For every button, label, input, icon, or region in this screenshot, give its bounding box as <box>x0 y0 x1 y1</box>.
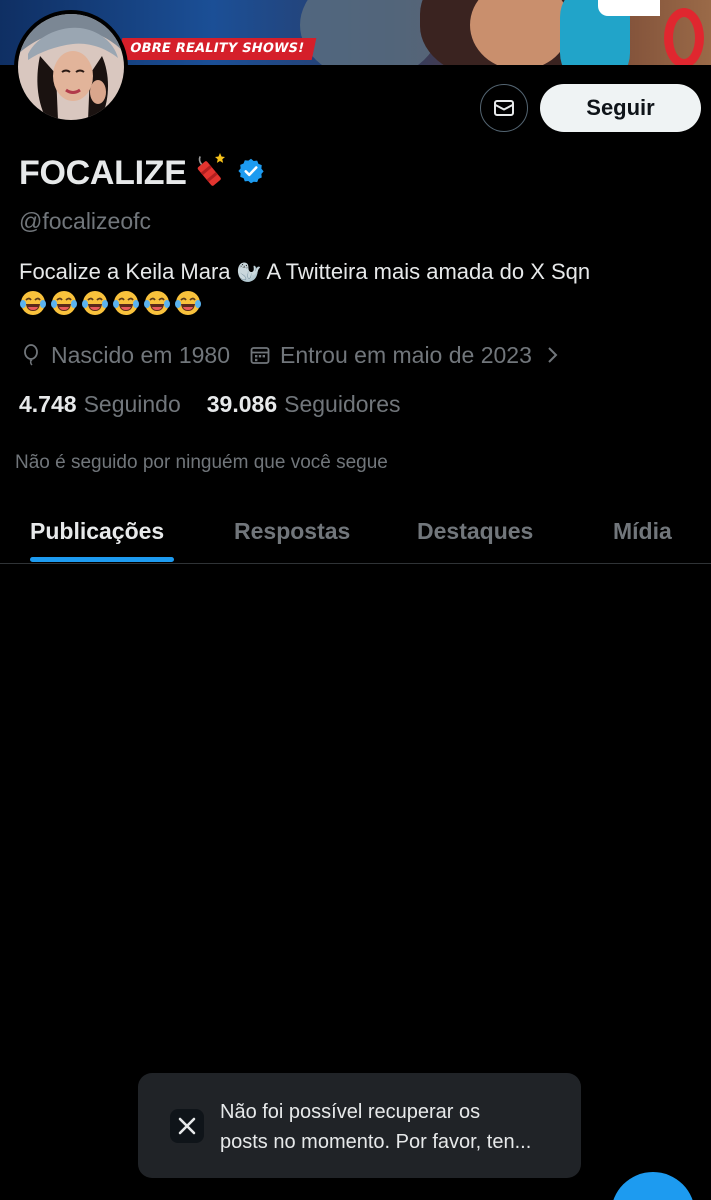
following-count: 4.748 <box>19 390 77 417</box>
follow-button[interactable]: Seguir <box>540 84 701 132</box>
tab-publicacoes[interactable]: Publicações <box>30 500 164 563</box>
x-logo-icon <box>170 1109 204 1143</box>
bio-text-2: A Twitteira mais amada do X Sqn <box>266 259 591 284</box>
tab-respostas[interactable]: Respostas <box>234 500 350 563</box>
joined-info[interactable]: Entrou em maio de 2023 <box>248 342 560 369</box>
verified-badge-icon[interactable] <box>237 157 265 190</box>
following-label: Seguindo <box>83 390 181 417</box>
avatar-photo <box>18 14 124 120</box>
laughing-emoji-row <box>19 289 202 317</box>
banner-tagline: OBRE REALITY SHOWS! <box>117 38 317 60</box>
tab-destaques[interactable]: Destaques <box>417 500 533 563</box>
toast-line-2: posts no momento. Por favor, ten... <box>220 1131 532 1153</box>
active-tab-indicator <box>30 557 174 562</box>
seal-emoji: 🦭 <box>236 260 262 284</box>
bio-text: Focalize a Keila Mara <box>19 259 231 284</box>
profile-meta: Nascido em 1980 Entrou em maio de 2023 <box>19 338 560 372</box>
laughing-tears-emoji-icon <box>113 291 139 315</box>
profile-tabs: Publicações Respostas Destaques Mídia <box>0 500 711 564</box>
calendar-icon <box>248 343 272 367</box>
profile-handle: @focalizeofc <box>19 208 152 234</box>
birth-info: Nascido em 1980 <box>19 342 230 369</box>
birth-text: Nascido em 1980 <box>51 341 230 368</box>
toast-message: Não foi possível recuperar os posts no m… <box>220 1097 560 1157</box>
tab-midia[interactable]: Mídia <box>613 500 672 563</box>
laughing-tears-emoji-icon <box>51 291 77 315</box>
followers-link[interactable]: 39.086 Seguidores <box>207 391 401 418</box>
following-link[interactable]: 4.748 Seguindo <box>19 391 181 418</box>
dynamite-icon <box>189 150 227 193</box>
banner-image-shape <box>470 0 570 65</box>
laughing-tears-emoji-icon <box>175 291 201 315</box>
envelope-icon <box>494 100 514 116</box>
followers-label: Seguidores <box>284 390 401 417</box>
error-toast: Não foi possível recuperar os posts no m… <box>138 1073 581 1178</box>
profile-bio: Focalize a Keila Mara 🦭 A Twitteira mais… <box>19 256 699 288</box>
avatar[interactable] <box>14 10 128 124</box>
laughing-tears-emoji-icon <box>20 291 46 315</box>
message-button[interactable] <box>480 84 528 132</box>
toast-line-1: Não foi possível recuperar os <box>220 1101 481 1123</box>
display-name: FOCALIZE <box>19 153 187 192</box>
banner-image-shape <box>300 0 440 65</box>
chevron-right-icon[interactable] <box>546 345 560 365</box>
mutual-followers-note: Não é seguido por ninguém que você segue <box>15 452 388 473</box>
banner-badge <box>598 0 660 16</box>
laughing-tears-emoji-icon <box>82 291 108 315</box>
joined-text: Entrou em maio de 2023 <box>280 341 532 368</box>
balloon-icon <box>19 343 43 367</box>
followers-count: 39.086 <box>206 390 278 417</box>
follow-stats: 4.748 Seguindo 39.086 Seguidores <box>19 387 400 421</box>
profile-name-row: FOCALIZE <box>19 150 265 196</box>
compose-button[interactable] <box>611 1172 695 1200</box>
laughing-tears-emoji-icon <box>144 291 170 315</box>
banner-ring-graphic <box>664 8 704 65</box>
